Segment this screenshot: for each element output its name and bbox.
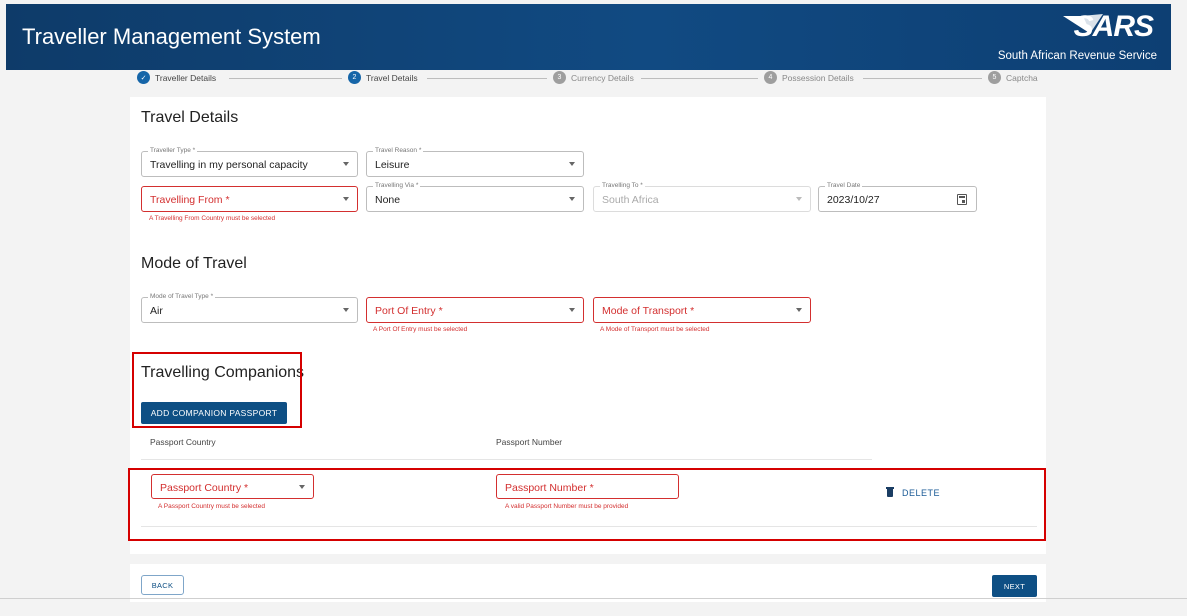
divider: [141, 459, 872, 460]
field-value: Leisure: [375, 159, 410, 171]
step-label: Possession Details: [782, 72, 854, 83]
field-label: Travelling To *: [600, 182, 645, 190]
column-header-passport-country: Passport Country: [150, 437, 216, 447]
passport-number-error: A valid Passport Number must be provided: [505, 503, 629, 510]
step-possession-details[interactable]: 4 Possession Details: [764, 71, 854, 84]
travelling-companions-card: Travelling Companions ADD COMPANION PASS…: [130, 354, 1046, 554]
field-label: Traveller Type *: [148, 147, 198, 155]
dropdown-arrow-icon: [343, 162, 349, 166]
field-placeholder: Passport Number *: [505, 482, 594, 494]
section-title-travel-details: Travel Details: [141, 109, 239, 126]
travel-date-input[interactable]: Travel Date 2023/10/27: [818, 182, 977, 212]
field-value: Travelling in my personal capacity: [150, 159, 308, 171]
step-traveller-details[interactable]: ✓ Traveller Details: [137, 71, 216, 84]
step-connector: [229, 78, 342, 79]
step-number: 4: [764, 71, 777, 84]
traveller-type-select[interactable]: Traveller Type * Travelling in my person…: [141, 147, 358, 177]
field-label: Mode of Travel Type *: [148, 293, 216, 301]
app-title: Traveller Management System: [22, 24, 321, 49]
step-label: Currency Details: [571, 72, 634, 83]
field-placeholder: Port Of Entry *: [375, 305, 443, 317]
next-button[interactable]: NEXT: [992, 575, 1037, 597]
mode-of-transport-error: A Mode of Transport must be selected: [600, 326, 710, 333]
dropdown-arrow-icon: [569, 308, 575, 312]
field-value: Air: [150, 305, 163, 317]
step-label: Travel Details: [366, 72, 418, 83]
travelling-from-error: A Travelling From Country must be select…: [149, 215, 276, 222]
add-companion-passport-button[interactable]: ADD COMPANION PASSPORT: [141, 402, 287, 424]
travelling-from-select[interactable]: Travelling From *: [141, 186, 358, 212]
step-connector: [863, 78, 982, 79]
sars-logo: SARS South African Revenue Service: [989, 10, 1159, 66]
field-placeholder: Travelling From *: [150, 194, 230, 206]
passport-country-error: A Passport Country must be selected: [158, 503, 265, 510]
back-button[interactable]: BACK: [141, 575, 184, 595]
field-value: None: [375, 194, 401, 206]
navigation-card: BACK NEXT: [130, 564, 1046, 602]
passport-number-input[interactable]: Passport Number *: [496, 474, 679, 499]
delete-companion-button[interactable]: DELETE: [886, 487, 941, 498]
mode-of-travel-type-select[interactable]: Mode of Travel Type * Air: [141, 293, 358, 323]
mode-of-travel-card: Mode of Travel Mode of Travel Type * Air…: [130, 242, 1046, 354]
dropdown-arrow-icon: [299, 485, 305, 489]
field-value: South Africa: [602, 194, 659, 206]
step-number: 5: [988, 71, 1001, 84]
dropdown-arrow-icon: [796, 197, 802, 201]
step-number: 2: [348, 71, 361, 84]
field-placeholder: Mode of Transport *: [602, 305, 695, 317]
travelling-via-select[interactable]: Travelling Via * None: [366, 182, 584, 212]
step-label: Captcha: [1006, 72, 1038, 83]
dropdown-arrow-icon: [569, 162, 575, 166]
field-label: Travel Date: [825, 182, 863, 190]
brand-subtitle: South African Revenue Service: [997, 50, 1157, 62]
step-captcha[interactable]: 5 Captcha: [988, 71, 1038, 84]
delete-label: DELETE: [902, 488, 941, 498]
dropdown-arrow-icon: [796, 308, 802, 312]
step-number: 3: [553, 71, 566, 84]
travel-reason-select[interactable]: Travel Reason * Leisure: [366, 147, 584, 177]
check-icon: ✓: [137, 71, 150, 84]
field-placeholder: Passport Country *: [160, 482, 249, 494]
app-header: Traveller Management System SARS South A…: [6, 4, 1171, 70]
mode-of-transport-select[interactable]: Mode of Transport *: [593, 297, 811, 323]
step-travel-details[interactable]: 2 Travel Details: [348, 71, 418, 84]
page-bottom-divider: [0, 598, 1187, 599]
step-connector: [641, 78, 758, 79]
step-label: Traveller Details: [155, 72, 217, 83]
dropdown-arrow-icon: [569, 197, 575, 201]
passport-country-select[interactable]: Passport Country *: [151, 474, 314, 499]
field-value: 2023/10/27: [827, 194, 880, 206]
trash-icon: [886, 487, 894, 497]
travelling-to-select[interactable]: Travelling To * South Africa: [593, 182, 811, 212]
dropdown-arrow-icon: [343, 197, 349, 201]
calendar-icon[interactable]: [957, 194, 967, 205]
port-of-entry-error: A Port Of Entry must be selected: [373, 326, 468, 333]
field-label: Travel Reason *: [373, 147, 424, 155]
brand-name: SARS: [1073, 10, 1154, 43]
step-connector: [427, 78, 547, 79]
field-label: Travelling Via *: [373, 182, 421, 190]
port-of-entry-select[interactable]: Port Of Entry *: [366, 297, 584, 323]
divider: [141, 526, 1037, 527]
section-title-travelling-companions: Travelling Companions: [141, 364, 305, 381]
section-title-mode-of-travel: Mode of Travel: [141, 255, 247, 272]
progress-stepper: ✓ Traveller Details 2 Travel Details 3 C…: [137, 71, 1045, 87]
column-header-passport-number: Passport Number: [496, 437, 563, 447]
travel-details-card: Travel Details Traveller Type * Travelli…: [130, 97, 1046, 242]
dropdown-arrow-icon: [343, 308, 349, 312]
step-currency-details[interactable]: 3 Currency Details: [553, 71, 634, 84]
